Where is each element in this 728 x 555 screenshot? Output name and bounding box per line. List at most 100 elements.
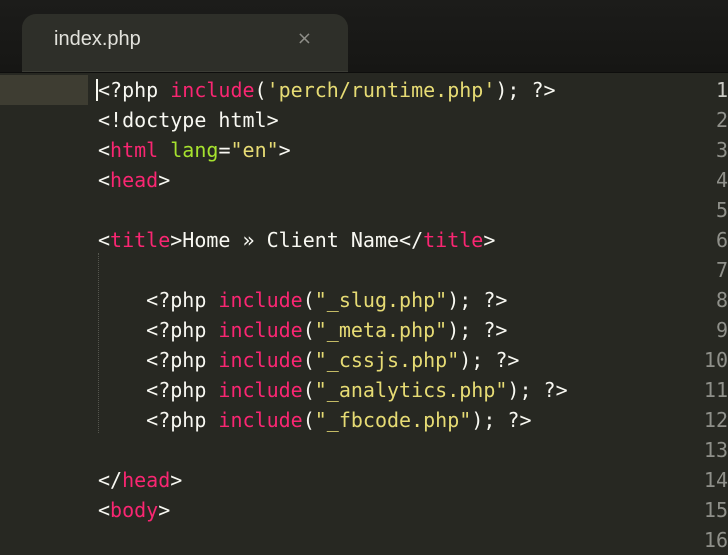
code-token: =: [218, 138, 231, 162]
code-line[interactable]: 3 <html lang="en">: [0, 135, 728, 165]
code-token: (: [302, 288, 315, 312]
code-token: ); ?>: [507, 378, 568, 402]
code-line[interactable]: 15 <body>: [0, 495, 728, 525]
code-token: head: [110, 168, 159, 192]
code-token: <?php: [98, 318, 219, 342]
code-token: "_cssjs.php": [314, 348, 460, 372]
code-token: >: [483, 228, 496, 252]
line-number: 16: [703, 528, 728, 552]
line-number: 4: [715, 168, 728, 192]
code-token: "_slug.php": [314, 288, 448, 312]
code-line[interactable]: 8 <?php include("_slug.php"); ?>: [0, 285, 728, 315]
indent-guide: [98, 253, 99, 433]
line-number: 1: [715, 78, 728, 102]
code-token: >: [158, 498, 171, 522]
code-line[interactable]: 6 <title>Home » Client Name</title>: [0, 225, 728, 255]
code-line[interactable]: 7: [0, 255, 728, 285]
code-token: >: [158, 168, 171, 192]
code-token: <?php: [98, 78, 171, 102]
code-line[interactable]: 11 <?php include("_analytics.php"); ?>: [0, 375, 728, 405]
line-number: 3: [715, 138, 728, 162]
code-token: "_analytics.php": [314, 378, 508, 402]
code-token: include: [218, 408, 303, 432]
code-token: html: [110, 138, 159, 162]
tab-bar: index.php ×: [0, 0, 728, 73]
code-text: </head>: [98, 465, 182, 495]
code-token: >: [278, 138, 291, 162]
code-token: <?php: [98, 408, 219, 432]
code-token: (: [302, 318, 315, 342]
code-token: (: [302, 348, 315, 372]
line-number: 9: [715, 318, 728, 342]
code-token: "_meta.php": [314, 318, 448, 342]
code-line[interactable]: 5: [0, 195, 728, 225]
code-token: <?php: [98, 288, 219, 312]
code-text: <?php include('perch/runtime.php'); ?>: [98, 75, 556, 105]
line-number: 7: [715, 258, 728, 282]
code-line[interactable]: 14 </head>: [0, 465, 728, 495]
line-number: 15: [703, 498, 728, 522]
line-number: 11: [703, 378, 728, 402]
code-text: <?php include("_meta.php"); ?>: [98, 315, 507, 345]
code-token: ); ?>: [459, 348, 520, 372]
code-token: (: [302, 378, 315, 402]
code-text: <head>: [98, 165, 170, 195]
line-number: 2: [715, 108, 728, 132]
tab-index-php[interactable]: index.php ×: [22, 14, 348, 72]
line-number: 13: [703, 438, 728, 462]
code-line[interactable]: 4 <head>: [0, 165, 728, 195]
code-text: <?php include("_analytics.php"); ?>: [98, 375, 568, 405]
line-number: 14: [703, 468, 728, 492]
code-token: <: [98, 498, 111, 522]
code-line[interactable]: 16: [0, 525, 728, 555]
code-token: <: [98, 228, 111, 252]
code-line[interactable]: 9 <?php include("_meta.php"); ?>: [0, 315, 728, 345]
code-token: <?php: [98, 348, 219, 372]
line-number: 8: [715, 288, 728, 312]
code-token: "_fbcode.php": [314, 408, 472, 432]
code-token: ); ?>: [447, 288, 508, 312]
code-token: lang: [170, 138, 219, 162]
code-token: (: [254, 78, 267, 102]
code-token: include: [218, 288, 303, 312]
line-number: 6: [715, 228, 728, 252]
code-line[interactable]: 13: [0, 435, 728, 465]
code-token: title: [110, 228, 171, 252]
code-line[interactable]: 2 <!doctype html>: [0, 105, 728, 135]
code-token: <!doctype html>: [98, 108, 279, 132]
code-token: include: [218, 348, 303, 372]
code-token: >: [170, 468, 183, 492]
code-token: include: [218, 318, 303, 342]
code-line[interactable]: 12 <?php include("_fbcode.php"); ?>: [0, 405, 728, 435]
line-number: 5: [715, 198, 728, 222]
code-token: <: [98, 138, 111, 162]
code-token: 'perch/runtime.php': [266, 78, 496, 102]
code-token: <?php: [98, 378, 219, 402]
code-line[interactable]: 1 <?php include('perch/runtime.php'); ?>: [0, 75, 728, 105]
code-token: </: [98, 468, 123, 492]
code-token: body: [110, 498, 159, 522]
code-text: <?php include("_cssjs.php"); ?>: [98, 345, 519, 375]
current-line-highlight: [0, 75, 88, 105]
code-token: >Home » Client Name</: [170, 228, 424, 252]
code-token: include: [170, 78, 255, 102]
code-token: ); ?>: [471, 408, 532, 432]
code-token: title: [423, 228, 484, 252]
code-token: (: [302, 408, 315, 432]
code-line[interactable]: 10 <?php include("_cssjs.php"); ?>: [0, 345, 728, 375]
code-editor[interactable]: 1 <?php include('perch/runtime.php'); ?> 2…: [0, 73, 728, 552]
code-text: <body>: [98, 495, 170, 525]
close-icon[interactable]: ×: [297, 28, 312, 49]
code-token: "en": [230, 138, 279, 162]
code-text: <html lang="en">: [98, 135, 291, 165]
code-token: head: [122, 468, 171, 492]
line-number: 12: [703, 408, 728, 432]
code-text: <title>Home » Client Name</title>: [98, 225, 495, 255]
code-text: <!doctype html>: [98, 105, 279, 135]
text-cursor: [96, 79, 98, 101]
tab-label: index.php: [54, 28, 141, 50]
code-token: include: [218, 378, 303, 402]
code-token: <: [98, 168, 111, 192]
line-number: 10: [703, 348, 728, 372]
code-token: ); ?>: [447, 318, 508, 342]
